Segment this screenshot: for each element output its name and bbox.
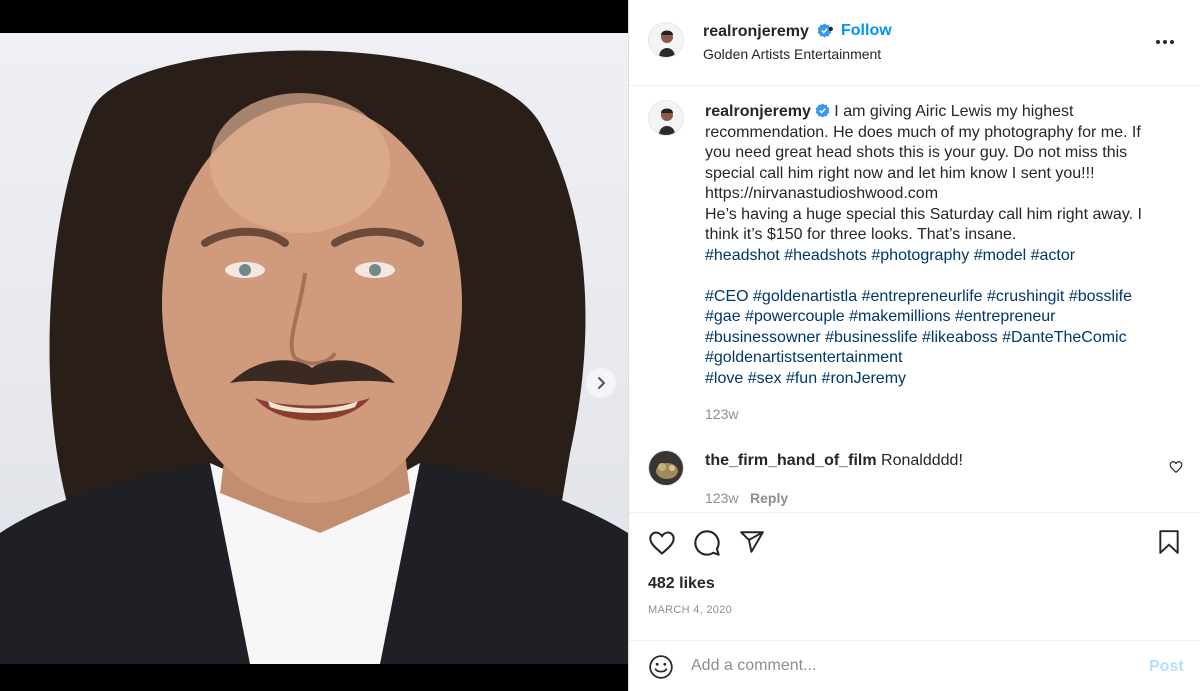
comment-username[interactable]: the_firm_hand_of_film	[705, 452, 877, 469]
more-options-icon	[1156, 40, 1160, 44]
hashtag[interactable]: #ronJeremy	[822, 370, 906, 387]
hashtag[interactable]: #actor	[1031, 247, 1075, 264]
more-options-icon	[1170, 40, 1174, 44]
avatar[interactable]	[648, 100, 684, 136]
caption-text: special call him right now and let him k…	[705, 164, 1095, 182]
caption-link[interactable]: https://nirvanastudioshwood.com	[705, 184, 1145, 205]
comment-timestamp[interactable]: 123w	[705, 490, 738, 506]
hashtag[interactable]: #makemillions	[849, 308, 950, 325]
author-username[interactable]: realronjeremy	[703, 23, 832, 41]
caption-username[interactable]: realronjeremy	[705, 103, 811, 120]
hashtag[interactable]: #fun	[786, 370, 817, 387]
verified-badge-icon	[815, 103, 830, 118]
hashtag[interactable]: #bosslife	[1069, 288, 1132, 305]
post-panel: realronjeremy • Follow Golden Artists En…	[628, 0, 1200, 691]
hashtag[interactable]: #goldenartistsentertainment	[705, 349, 902, 366]
separator-dot: •	[828, 21, 834, 38]
action-bar	[629, 512, 1200, 572]
bookmark-icon[interactable]	[1156, 529, 1182, 555]
comment-input[interactable]	[691, 652, 1131, 680]
profile-picture	[649, 101, 683, 135]
portrait-image	[0, 50, 628, 664]
caption-line: realronjeremy I am giving Airic Lewis my…	[705, 102, 1145, 123]
hashtag[interactable]: #gae	[705, 308, 741, 325]
hashtag-line: #headshot #headshots #photography #model…	[705, 246, 1145, 267]
hashtag[interactable]: #DanteTheComic	[1002, 329, 1127, 346]
hashtag[interactable]: #photography	[871, 247, 969, 264]
hashtag-line: #gae #powercouple #makemillions #entrepr…	[705, 307, 1145, 328]
caption-text: think it’s $150 for three looks. That’s …	[705, 226, 1017, 243]
comment: the_firm_hand_of_film Ronaldddd!	[705, 452, 963, 470]
author-subtitle[interactable]: Golden Artists Entertainment	[703, 46, 881, 62]
caption-text: recommendation. He does much of my photo…	[705, 123, 1141, 141]
more-options-icon	[1163, 40, 1167, 44]
comment-text: Ronaldddd!	[881, 452, 963, 469]
share-icon[interactable]	[739, 529, 765, 555]
reply-button[interactable]: Reply	[750, 490, 788, 506]
hashtag-line: #businessowner #businesslife #likeaboss …	[705, 328, 1145, 349]
hashtag[interactable]: #entrepreneurlife	[862, 288, 983, 305]
avatar[interactable]	[648, 22, 684, 58]
comment-icon[interactable]	[693, 529, 721, 557]
hashtag[interactable]: #model	[974, 247, 1026, 264]
post-caption: realronjeremy I am giving Airic Lewis my…	[705, 102, 1145, 389]
caption-timestamp[interactable]: 123w	[705, 406, 738, 422]
more-options-button[interactable]	[1153, 30, 1177, 54]
profile-picture	[649, 23, 683, 57]
avatar[interactable]	[648, 450, 684, 486]
hashtag[interactable]: #businesslife	[825, 329, 918, 346]
hashtag-line: #love #sex #fun #ronJeremy	[705, 369, 1145, 390]
hashtag[interactable]: #headshot	[705, 247, 780, 264]
hashtag[interactable]: #headshots	[784, 247, 867, 264]
hashtag[interactable]: #powercouple	[745, 308, 845, 325]
hashtag-line: #goldenartistsentertainment	[705, 348, 1145, 369]
hashtag[interactable]: #crushingit	[987, 288, 1064, 305]
hashtag[interactable]: #goldenartistla	[753, 288, 857, 305]
caption-text: you need great head shots this is your g…	[705, 144, 1128, 161]
follow-button[interactable]: Follow	[841, 22, 892, 40]
emoji-icon[interactable]	[648, 654, 674, 680]
hashtag-line: #CEO #goldenartistla #entrepreneurlife #…	[705, 287, 1145, 308]
chevron-right-icon	[598, 377, 605, 389]
caption-text: I am giving Airic Lewis my highest	[834, 103, 1074, 120]
heart-icon[interactable]	[648, 529, 676, 557]
comment-composer: Post	[629, 640, 1200, 691]
post-media	[0, 0, 628, 691]
like-count[interactable]: 482 likes	[648, 575, 715, 593]
hashtag[interactable]: #entrepreneur	[955, 308, 1056, 325]
next-image-button[interactable]	[586, 368, 616, 398]
caption-text: He’s having a huge special this Saturday…	[705, 205, 1142, 223]
author-username-text[interactable]: realronjeremy	[703, 23, 809, 40]
hashtag[interactable]: #love	[705, 370, 743, 387]
hashtag[interactable]: #businessowner	[705, 329, 821, 346]
hashtag[interactable]: #CEO	[705, 288, 749, 305]
post-photo[interactable]	[0, 33, 628, 664]
post-comment-button[interactable]: Post	[1149, 658, 1184, 676]
heart-icon[interactable]	[1169, 460, 1183, 474]
hashtag[interactable]: #likeaboss	[922, 329, 998, 346]
hashtag[interactable]: #sex	[748, 370, 782, 387]
post-date[interactable]: MARCH 4, 2020	[648, 604, 732, 616]
commenter-picture	[649, 451, 683, 485]
post-header: realronjeremy • Follow Golden Artists En…	[629, 0, 1200, 86]
